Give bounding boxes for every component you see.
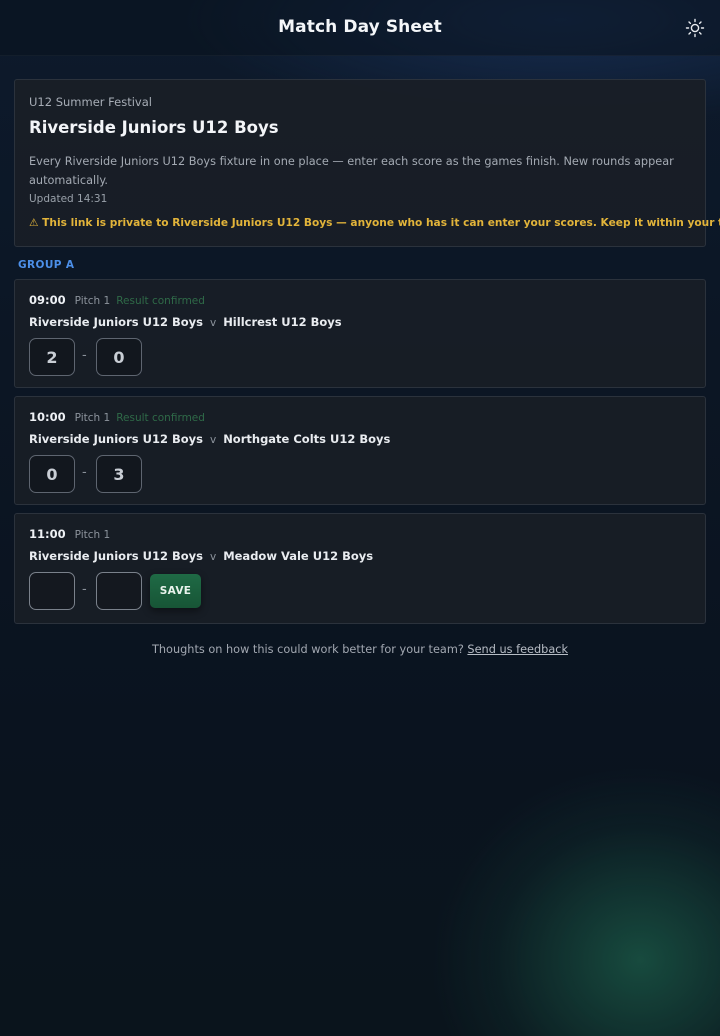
match-time: 10:00 [29,410,66,424]
match-time: 09:00 [29,293,66,307]
home-score: 2 [29,338,75,376]
match-pitch: Pitch 1 [74,295,111,307]
feedback-text: Thoughts on how this could work better f… [151,643,464,656]
home-score-input[interactable] [29,572,75,610]
match-card: 10:00 Pitch 1 Result confirmed Riverside… [14,396,706,505]
team-info-card: U12 Summer Festival Riverside Juniors U1… [14,79,720,247]
score-separator: - [82,465,87,480]
versus-label: v [209,551,217,563]
sun-icon [685,18,705,38]
home-score: 0 [29,455,75,493]
match-card: 11:00 Pitch 1 Riverside Juniors U12 Boys… [14,513,706,624]
score-separator: - [82,582,87,597]
away-score-input[interactable] [96,572,142,610]
festival-name: U12 Summer Festival [29,95,152,109]
away-team: Meadow Vale U12 Boys [223,549,374,563]
feedback-line: Thoughts on how this could work better f… [0,643,720,656]
match-pitch: Pitch 1 [74,412,111,424]
match-card: 09:00 Pitch 1 Result confirmed Riverside… [14,279,706,388]
save-button[interactable]: SAVE [150,574,201,608]
group-label: GROUP A [18,259,75,271]
top-bar: Match Day Sheet [0,0,720,56]
home-team: Riverside Juniors U12 Boys [29,432,203,446]
team-title: Riverside Juniors U12 Boys [29,118,279,137]
score-separator: - [82,348,87,363]
home-team: Riverside Juniors U12 Boys [29,549,203,563]
updated-timestamp: Updated 14:31 [29,193,108,205]
theme-toggle-button[interactable] [683,16,707,40]
away-team: Hillcrest U12 Boys [223,315,342,329]
home-team: Riverside Juniors U12 Boys [29,315,203,329]
versus-label: v [209,317,217,329]
away-team: Northgate Colts U12 Boys [223,432,391,446]
result-status: Result confirmed [116,412,205,424]
app-title: Match Day Sheet [278,17,442,37]
description: Every Riverside Juniors U12 Boys fixture… [29,155,674,187]
away-score: 3 [96,455,142,493]
match-time: 11:00 [29,527,66,541]
match-pitch: Pitch 1 [74,529,111,541]
private-link-warning: ⚠ This link is private to Riverside Juni… [29,217,720,229]
feedback-link[interactable]: Send us feedback [467,643,568,656]
away-score: 0 [96,338,142,376]
versus-label: v [209,434,217,446]
result-status: Result confirmed [116,295,205,307]
